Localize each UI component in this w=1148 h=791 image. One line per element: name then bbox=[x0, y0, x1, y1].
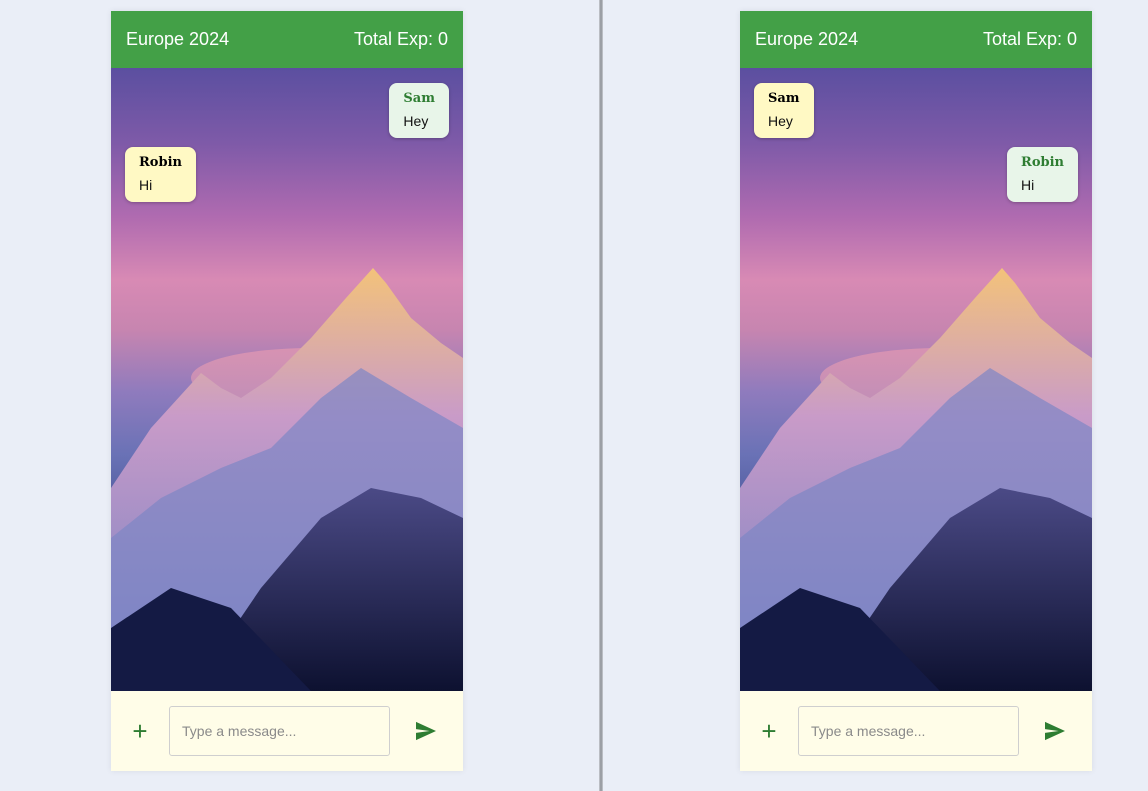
sender-name: Sam bbox=[768, 91, 800, 106]
chat-app-right: Europe 2024 Total Exp: 0 Sam Hey Robin H… bbox=[740, 11, 1092, 771]
trip-title: Europe 2024 bbox=[126, 29, 230, 49]
total-expense: Total Exp: 0 bbox=[353, 29, 448, 49]
send-icon bbox=[416, 721, 436, 741]
send-button[interactable] bbox=[1019, 706, 1091, 756]
message-composer: + bbox=[740, 691, 1092, 771]
chat-area[interactable]: Sam Hey Robin Hi bbox=[740, 68, 1092, 691]
message-bubble-robin: Robin Hi bbox=[1007, 147, 1078, 202]
message-input[interactable] bbox=[798, 706, 1019, 756]
message-bubble-robin: Robin Hi bbox=[125, 147, 196, 202]
send-button[interactable] bbox=[390, 706, 462, 756]
message-text: Hi bbox=[1021, 177, 1035, 193]
sender-name: Sam bbox=[403, 91, 435, 106]
message-text: Hey bbox=[403, 113, 429, 129]
message-text: Hey bbox=[768, 113, 793, 129]
left-pane: Europe 2024 Total Exp: 0 Sam Hey Robin H… bbox=[0, 0, 599, 791]
message-bubble-sam: Sam Hey bbox=[754, 83, 814, 138]
right-pane: Europe 2024 Total Exp: 0 Sam Hey Robin H… bbox=[603, 0, 1148, 791]
chat-app-left: Europe 2024 Total Exp: 0 Sam Hey Robin H… bbox=[111, 11, 463, 771]
chat-header: Europe 2024 Total Exp: 0 bbox=[740, 11, 1092, 68]
total-expense: Total Exp: 0 bbox=[982, 29, 1077, 49]
send-icon bbox=[1045, 721, 1065, 741]
message-composer: + bbox=[111, 691, 463, 771]
add-button[interactable]: + bbox=[740, 706, 798, 756]
chat-header: Europe 2024 Total Exp: 0 bbox=[111, 11, 463, 68]
message-input[interactable] bbox=[169, 706, 390, 756]
add-button[interactable]: + bbox=[111, 706, 169, 756]
message-bubble-sam: Sam Hey bbox=[389, 83, 449, 138]
trip-title: Europe 2024 bbox=[755, 29, 859, 49]
sender-name: Robin bbox=[139, 155, 182, 170]
message-text: Hi bbox=[139, 177, 153, 193]
sender-name: Robin bbox=[1021, 155, 1064, 170]
chat-area[interactable]: Sam Hey Robin Hi bbox=[111, 68, 463, 691]
